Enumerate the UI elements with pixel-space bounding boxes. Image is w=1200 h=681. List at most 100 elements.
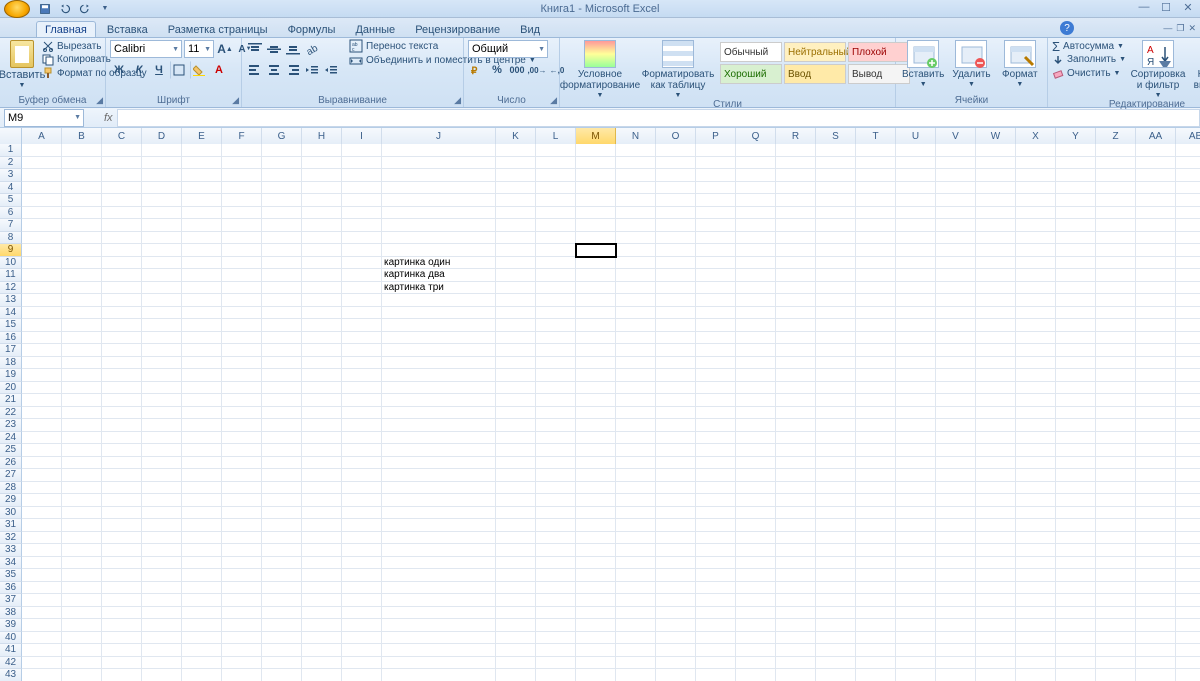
cell-L35[interactable] — [536, 569, 576, 582]
cell-B7[interactable] — [62, 219, 102, 232]
row-head-10[interactable]: 10 — [0, 257, 22, 270]
cell-V29[interactable] — [936, 494, 976, 507]
cell-Z10[interactable] — [1096, 257, 1136, 270]
cell-D1[interactable] — [142, 144, 182, 157]
cell-A40[interactable] — [22, 632, 62, 645]
cell-Z38[interactable] — [1096, 607, 1136, 620]
cell-E43[interactable] — [182, 669, 222, 681]
cell-AA18[interactable] — [1136, 357, 1176, 370]
cell-S31[interactable] — [816, 519, 856, 532]
cell-F5[interactable] — [222, 194, 262, 207]
cell-N1[interactable] — [616, 144, 656, 157]
cell-R16[interactable] — [776, 332, 816, 345]
cell-U17[interactable] — [896, 344, 936, 357]
cell-S6[interactable] — [816, 207, 856, 220]
cell-U26[interactable] — [896, 457, 936, 470]
tab-1[interactable]: Вставка — [98, 21, 157, 37]
cell-Y32[interactable] — [1056, 532, 1096, 545]
cell-Q36[interactable] — [736, 582, 776, 595]
cell-J15[interactable] — [382, 319, 496, 332]
cell-V43[interactable] — [936, 669, 976, 681]
cell-L26[interactable] — [536, 457, 576, 470]
cell-L2[interactable] — [536, 157, 576, 170]
cell-Y29[interactable] — [1056, 494, 1096, 507]
cell-R32[interactable] — [776, 532, 816, 545]
border-button[interactable] — [170, 61, 188, 79]
cell-AB3[interactable] — [1176, 169, 1200, 182]
cell-F1[interactable] — [222, 144, 262, 157]
cell-K41[interactable] — [496, 644, 536, 657]
cell-V23[interactable] — [936, 419, 976, 432]
cell-S15[interactable] — [816, 319, 856, 332]
cell-M10[interactable] — [576, 257, 616, 270]
cell-R10[interactable] — [776, 257, 816, 270]
wb-close-button[interactable]: ✕ — [1188, 23, 1196, 34]
name-box[interactable]: M9▼ — [4, 109, 84, 127]
cell-H27[interactable] — [302, 469, 342, 482]
cell-X36[interactable] — [1016, 582, 1056, 595]
cell-V12[interactable] — [936, 282, 976, 295]
cell-A24[interactable] — [22, 432, 62, 445]
cell-M14[interactable] — [576, 307, 616, 320]
cell-C30[interactable] — [102, 507, 142, 520]
cell-O30[interactable] — [656, 507, 696, 520]
cell-M32[interactable] — [576, 532, 616, 545]
cell-B16[interactable] — [62, 332, 102, 345]
cell-G5[interactable] — [262, 194, 302, 207]
cell-U41[interactable] — [896, 644, 936, 657]
cell-I37[interactable] — [342, 594, 382, 607]
cell-J5[interactable] — [382, 194, 496, 207]
cell-AB34[interactable] — [1176, 557, 1200, 570]
cell-G14[interactable] — [262, 307, 302, 320]
cell-B14[interactable] — [62, 307, 102, 320]
cell-Y27[interactable] — [1056, 469, 1096, 482]
cell-L5[interactable] — [536, 194, 576, 207]
cell-W5[interactable] — [976, 194, 1016, 207]
bold-button[interactable]: Ж — [110, 61, 128, 79]
cell-U10[interactable] — [896, 257, 936, 270]
cell-K34[interactable] — [496, 557, 536, 570]
cell-U29[interactable] — [896, 494, 936, 507]
fill-button[interactable]: Заполнить▼ — [1052, 54, 1126, 67]
cell-C28[interactable] — [102, 482, 142, 495]
cell-R39[interactable] — [776, 619, 816, 632]
cell-C11[interactable] — [102, 269, 142, 282]
cell-I14[interactable] — [342, 307, 382, 320]
cell-AB41[interactable] — [1176, 644, 1200, 657]
cell-E34[interactable] — [182, 557, 222, 570]
cell-J9[interactable] — [382, 244, 496, 257]
cell-Y41[interactable] — [1056, 644, 1096, 657]
cell-E21[interactable] — [182, 394, 222, 407]
cell-Q40[interactable] — [736, 632, 776, 645]
cell-O41[interactable] — [656, 644, 696, 657]
cell-C4[interactable] — [102, 182, 142, 195]
cell-W16[interactable] — [976, 332, 1016, 345]
cell-C7[interactable] — [102, 219, 142, 232]
cell-D14[interactable] — [142, 307, 182, 320]
cell-AA43[interactable] — [1136, 669, 1176, 681]
cell-J3[interactable] — [382, 169, 496, 182]
cell-P25[interactable] — [696, 444, 736, 457]
cell-O19[interactable] — [656, 369, 696, 382]
cell-P13[interactable] — [696, 294, 736, 307]
cell-AA23[interactable] — [1136, 419, 1176, 432]
cell-D3[interactable] — [142, 169, 182, 182]
cell-Q9[interactable] — [736, 244, 776, 257]
cell-Q24[interactable] — [736, 432, 776, 445]
cell-A23[interactable] — [22, 419, 62, 432]
cell-AA6[interactable] — [1136, 207, 1176, 220]
cell-F27[interactable] — [222, 469, 262, 482]
cell-I36[interactable] — [342, 582, 382, 595]
cell-G17[interactable] — [262, 344, 302, 357]
cell-D20[interactable] — [142, 382, 182, 395]
cell-O13[interactable] — [656, 294, 696, 307]
cell-F22[interactable] — [222, 407, 262, 420]
cell-AB33[interactable] — [1176, 544, 1200, 557]
cell-O4[interactable] — [656, 182, 696, 195]
cell-L43[interactable] — [536, 669, 576, 681]
cell-H9[interactable] — [302, 244, 342, 257]
cell-I30[interactable] — [342, 507, 382, 520]
cell-J31[interactable] — [382, 519, 496, 532]
cell-G23[interactable] — [262, 419, 302, 432]
cell-P34[interactable] — [696, 557, 736, 570]
